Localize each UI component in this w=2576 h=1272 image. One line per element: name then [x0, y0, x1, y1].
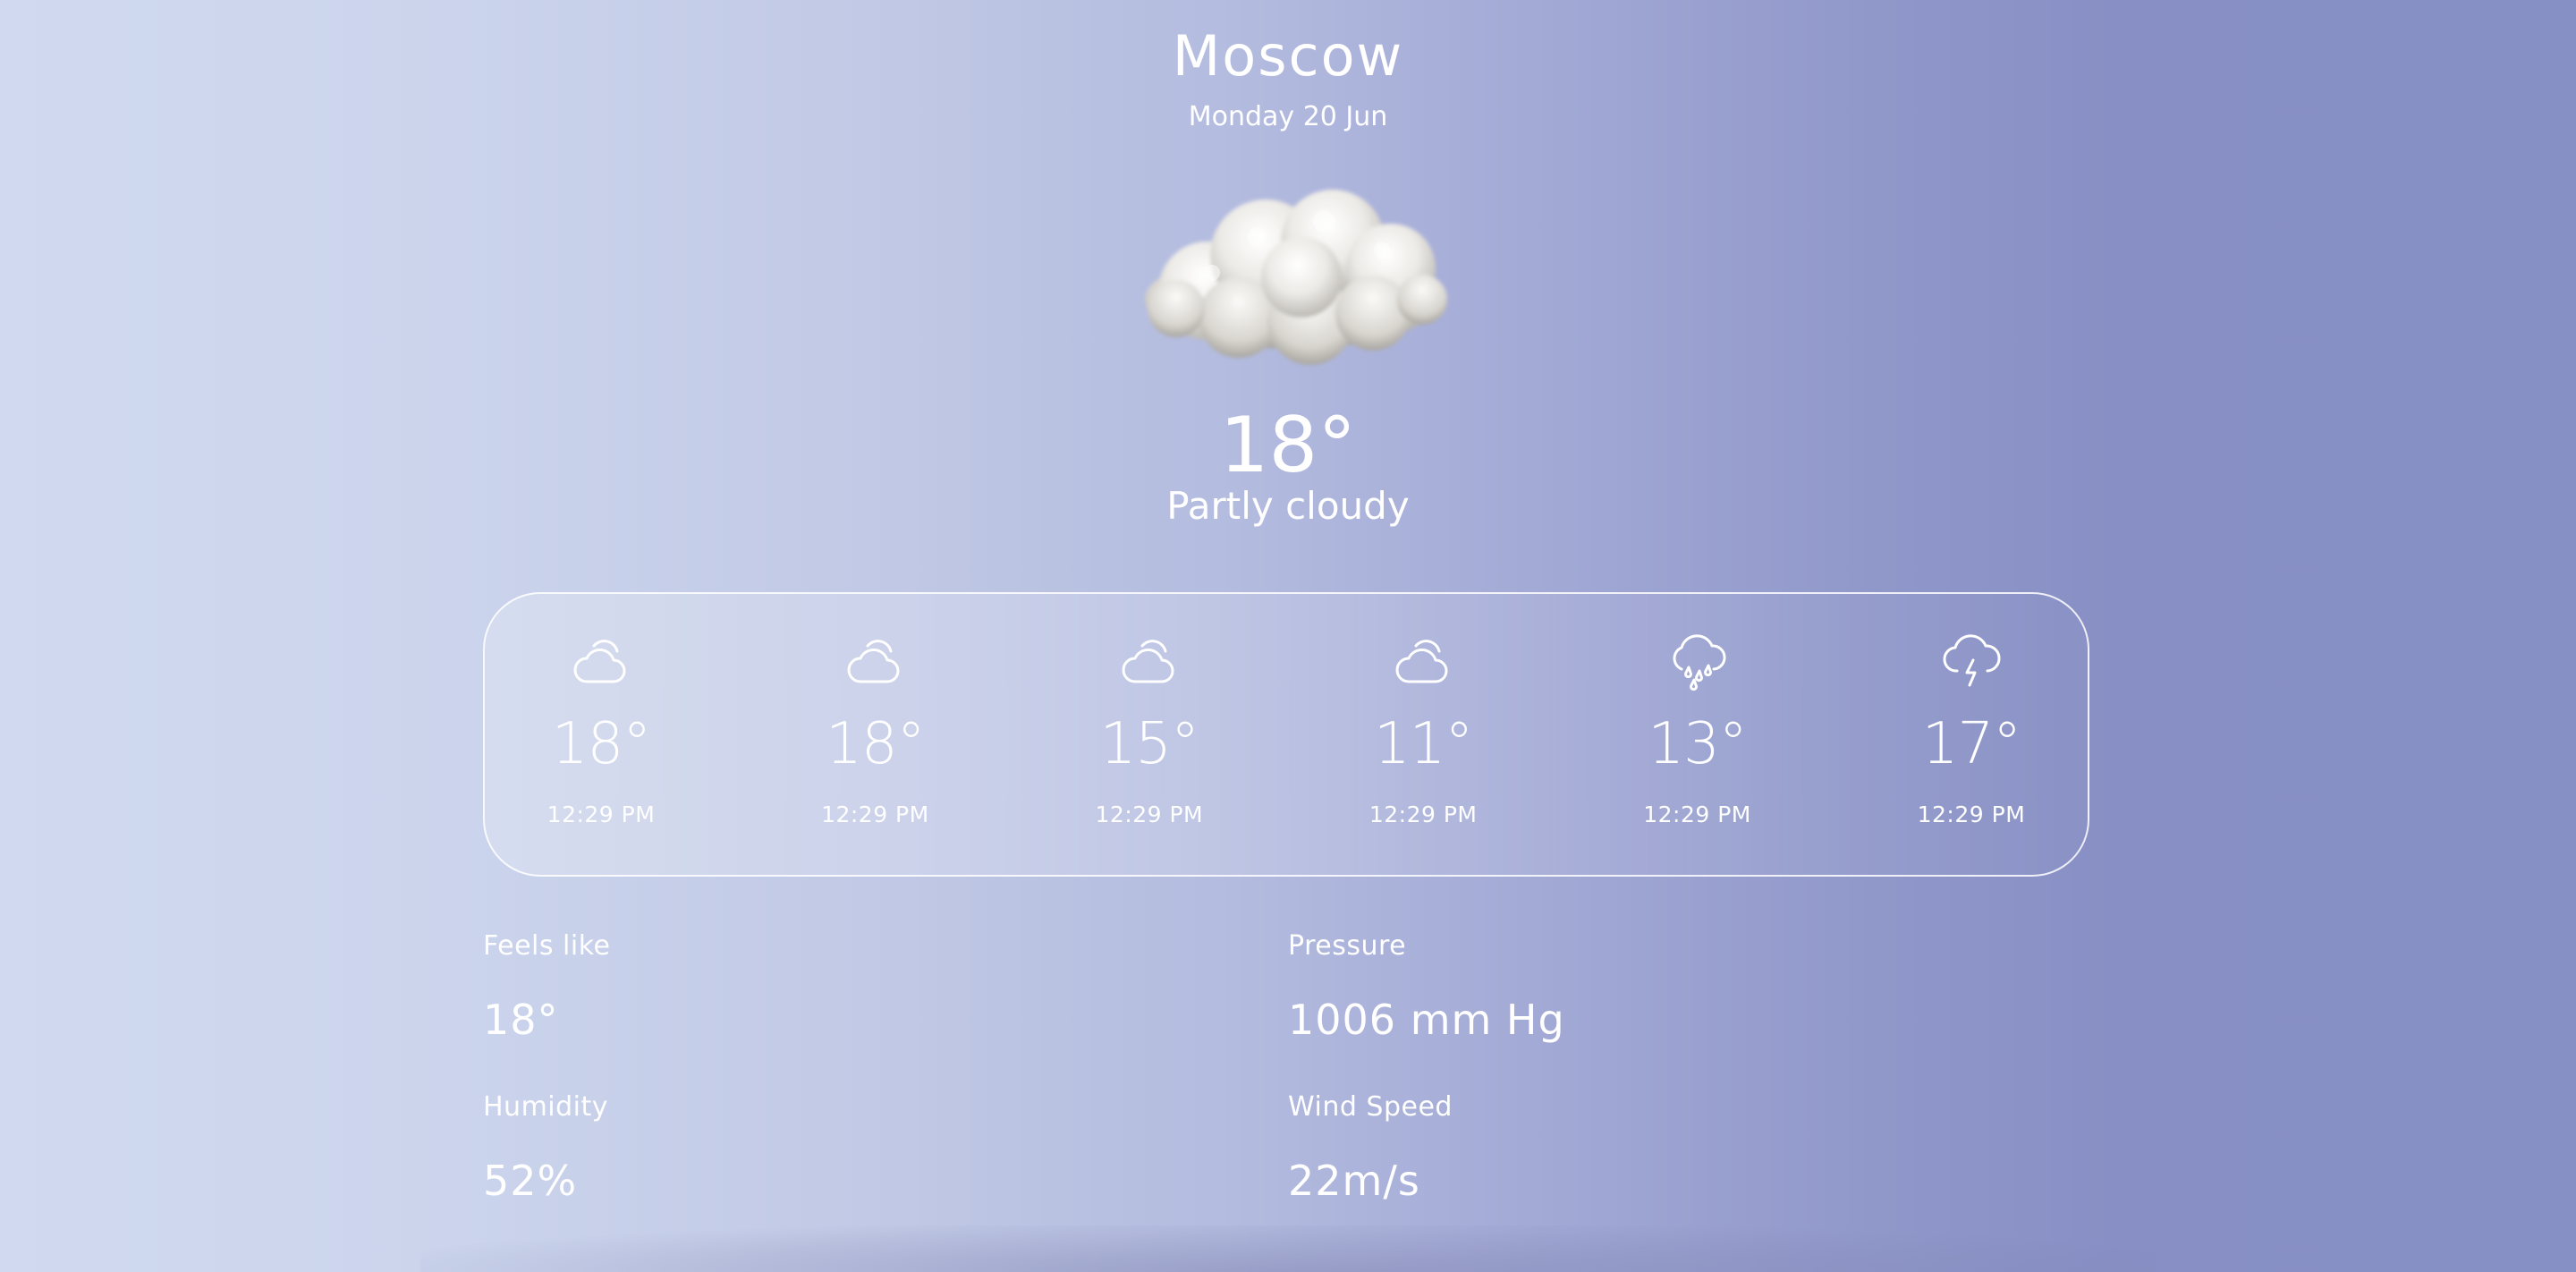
current-temperature: 18°: [1219, 401, 1357, 490]
feels-like-label: Feels like: [483, 930, 611, 962]
hourly-forecast: 18° 12:29 PM 18° 12:29 PM 15° 12:29 PM 1…: [483, 592, 2089, 877]
forecast-temp: 11°: [1373, 711, 1473, 777]
humidity-value: 52%: [483, 1157, 578, 1205]
forecast-time: 12:29 PM: [1368, 801, 1478, 827]
pressure-value: 1006 mm Hg: [1288, 996, 1565, 1044]
current-condition: Partly cloudy: [1166, 484, 1410, 528]
forecast-time: 12:29 PM: [821, 801, 929, 827]
current-date: Monday 20 Jun: [1188, 101, 1388, 132]
wind-speed-label: Wind Speed: [1288, 1091, 1453, 1123]
pressure-label: Pressure: [1288, 930, 1407, 962]
forecast-item: 18° 12:29 PM: [512, 594, 691, 875]
partly-cloudy-icon: [1395, 640, 1448, 683]
feels-like-value: 18°: [483, 996, 559, 1044]
cloud-icon: [1145, 190, 1447, 365]
forecast-item: 13° 12:29 PM: [1608, 594, 1787, 875]
forecast-time: 12:29 PM: [1095, 801, 1204, 827]
weather-app: Moscow Monday 20 Jun 18° Partly cloudy 1…: [0, 0, 2576, 1272]
wind-speed-detail: Wind Speed 22m/s: [1288, 1091, 2004, 1205]
forecast-item: 15° 12:29 PM: [1060, 594, 1239, 875]
forecast-time: 12:29 PM: [1917, 801, 2026, 827]
forecast-temp: 13°: [1648, 711, 1747, 777]
forecast-item: 18° 12:29 PM: [785, 594, 964, 875]
rain-cloud-icon: [1673, 634, 1726, 691]
bottom-shadow: [420, 1225, 2156, 1272]
partly-cloudy-icon: [1122, 640, 1174, 683]
forecast-temp: 18°: [826, 711, 925, 777]
forecast-time: 12:29 PM: [547, 801, 656, 827]
pressure-detail: Pressure 1006 mm Hg: [1288, 930, 2004, 1044]
partly-cloudy-icon: [847, 640, 900, 683]
wind-speed-value: 22m/s: [1288, 1157, 1420, 1205]
feels-like-detail: Feels like 18°: [483, 930, 1199, 1044]
city-name: Moscow: [1172, 23, 1404, 89]
forecast-temp: 17°: [1921, 711, 2021, 777]
forecast-time: 12:29 PM: [1643, 801, 1751, 827]
partly-cloudy-icon: [573, 640, 626, 683]
thunderstorm-icon: [1943, 634, 2001, 687]
humidity-label: Humidity: [483, 1091, 609, 1123]
forecast-item: 11° 12:29 PM: [1334, 594, 1513, 875]
humidity-detail: Humidity 52%: [483, 1091, 1199, 1205]
weather-details: Feels like 18° Pressure 1006 mm Hg Humid…: [483, 930, 2093, 1234]
forecast-temp: 18°: [551, 711, 651, 777]
forecast-temp: 15°: [1099, 711, 1199, 777]
forecast-item: 17° 12:29 PM: [1882, 594, 2061, 875]
